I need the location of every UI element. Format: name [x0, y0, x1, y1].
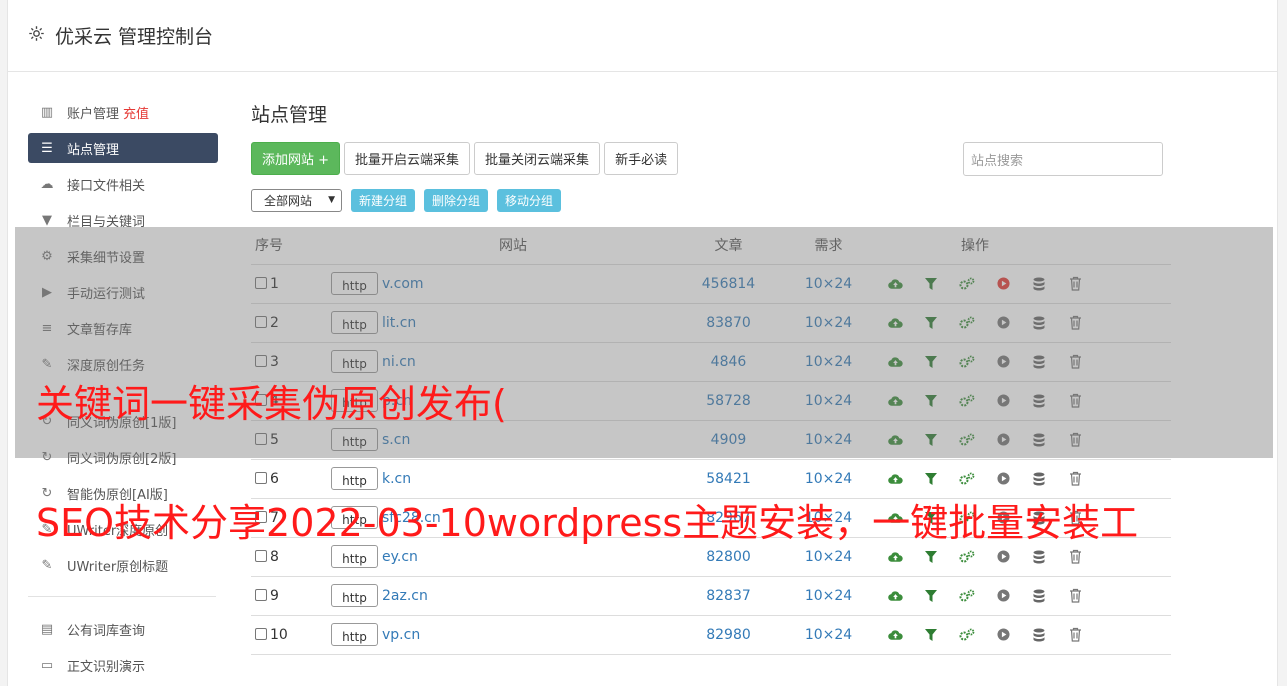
caption-line-2: SEO技术分享2022-03-10wordpress主题安装，一键批量安装工 [36, 501, 1139, 545]
book-icon: ▤ [40, 621, 54, 637]
sidebar-item-label: 公有词库查询 [67, 623, 146, 639]
sidebar-item-text-recognition[interactable]: ▭ 正文识别演示 [28, 647, 218, 683]
demand-value[interactable]: 10×24 [786, 615, 871, 655]
sidebar-item-label: 正文识别演示 [67, 659, 146, 675]
gears-icon[interactable] [949, 628, 985, 642]
row-number: 10 [270, 626, 288, 643]
sidebar-item-label: UWriter原创标题 [67, 559, 169, 575]
toolbar: 添加网站 + 批量开启云端采集 批量关闭云端采集 新手必读 [251, 142, 682, 175]
page-title: 站点管理 [251, 104, 328, 126]
sidebar-item-public-dict[interactable]: ▤ 公有词库查询 [28, 611, 218, 647]
gear-icon[interactable] [28, 25, 45, 46]
http-badge[interactable]: http [331, 623, 378, 646]
site-domain-link[interactable]: 2az.cn [382, 588, 428, 604]
site-domain-link[interactable]: vp.cn [382, 627, 420, 643]
site-domain-link[interactable]: k.cn [382, 471, 411, 487]
top-bar: 优采云 管理控制台 [8, 0, 1277, 72]
http-badge[interactable]: http [331, 545, 378, 568]
add-site-button[interactable]: 添加网站 + [251, 142, 341, 175]
row-checkbox[interactable] [255, 471, 267, 484]
filter-icon[interactable] [913, 550, 949, 563]
row-number: 9 [270, 587, 279, 604]
play-icon[interactable] [985, 589, 1021, 602]
cloud-upload-icon: ☁ [40, 176, 54, 192]
row-actions [871, 588, 1171, 603]
database-icon[interactable] [1021, 628, 1057, 642]
main-content: 站点管理 添加网站 + 批量开启云端采集 批量关闭云端采集 新手必读 站点搜索 … [251, 100, 1176, 655]
database-icon[interactable] [1021, 589, 1057, 603]
play-icon[interactable] [985, 628, 1021, 641]
sidebar-divider [28, 596, 216, 597]
site-search-input[interactable]: 站点搜索 [963, 142, 1163, 176]
row-actions [871, 471, 1171, 486]
app-title: 优采云 管理控制台 [55, 26, 214, 48]
cloud-upload-icon[interactable] [877, 590, 913, 602]
group-row: 全部网站 ▼ 新建分组 删除分组 移动分组 [251, 189, 562, 212]
article-count[interactable]: 82837 [671, 576, 786, 616]
batch-disable-button[interactable]: 批量关闭云端采集 [474, 142, 601, 175]
article-count[interactable]: 82980 [671, 615, 786, 655]
table-row: 10 http vp.cn 82980 10×24 [251, 615, 1171, 655]
play-icon[interactable] [985, 472, 1021, 485]
site-domain-link[interactable]: ey.cn [382, 549, 418, 565]
database-icon[interactable] [1021, 472, 1057, 486]
filter-icon[interactable] [913, 628, 949, 641]
bar-chart-icon: ▥ [40, 104, 54, 120]
sidebar-item-account[interactable]: ▥ 账户管理 充值 [28, 94, 218, 130]
row-checkbox[interactable] [255, 627, 267, 640]
demand-value[interactable]: 10×24 [786, 576, 871, 616]
sidebar-item-interface[interactable]: ☁ 接口文件相关 [28, 166, 218, 202]
caption-line-1: 关键词一键采集伪原创发布( [36, 382, 507, 426]
monitor-icon: ▭ [40, 657, 54, 673]
edit-icon: ✎ [41, 557, 53, 573]
chevron-down-icon: ▼ [328, 195, 335, 205]
trash-icon[interactable] [1057, 549, 1093, 564]
play-icon[interactable] [985, 550, 1021, 563]
row-actions [871, 627, 1171, 642]
row-checkbox[interactable] [255, 588, 267, 601]
new-group-button[interactable]: 新建分组 [351, 189, 416, 212]
sidebar-item-sites[interactable]: ☰ 站点管理 [28, 133, 218, 163]
group-select[interactable]: 全部网站 ▼ [251, 189, 342, 212]
cloud-upload-icon[interactable] [877, 629, 913, 641]
cloud-upload-icon[interactable] [877, 551, 913, 563]
filter-icon[interactable] [913, 589, 949, 602]
trash-icon[interactable] [1057, 588, 1093, 603]
sidebar-item-label: 账户管理 [67, 106, 120, 122]
sidebar-item-uwriter-title[interactable]: ✎ UWriter原创标题 [28, 547, 218, 583]
delete-group-button[interactable]: 删除分组 [424, 189, 489, 212]
recharge-link[interactable]: 充值 [123, 103, 149, 122]
trash-icon[interactable] [1057, 471, 1093, 486]
row-number: 8 [270, 548, 279, 565]
cloud-upload-icon[interactable] [877, 473, 913, 485]
guide-button[interactable]: 新手必读 [604, 142, 679, 175]
http-badge[interactable]: http [331, 467, 378, 490]
row-checkbox[interactable] [255, 549, 267, 562]
trash-icon[interactable] [1057, 627, 1093, 642]
batch-enable-button[interactable]: 批量开启云端采集 [344, 142, 471, 175]
table-row: 9 http 2az.cn 82837 10×24 [251, 576, 1171, 616]
gears-icon[interactable] [949, 550, 985, 564]
row-number: 6 [270, 470, 279, 487]
filter-icon: ▼ [42, 212, 52, 228]
gears-icon[interactable] [949, 589, 985, 603]
row-actions [871, 549, 1171, 564]
database-icon[interactable] [1021, 550, 1057, 564]
server-icon: ☰ [41, 140, 53, 156]
group-select-value: 全部网站 [264, 194, 313, 208]
filter-icon[interactable] [913, 472, 949, 485]
move-group-button[interactable]: 移动分组 [497, 189, 562, 212]
sidebar-item-label: 接口文件相关 [67, 178, 146, 194]
http-badge[interactable]: http [331, 584, 378, 607]
gears-icon[interactable] [949, 472, 985, 486]
sidebar-item-label: 站点管理 [67, 142, 120, 158]
